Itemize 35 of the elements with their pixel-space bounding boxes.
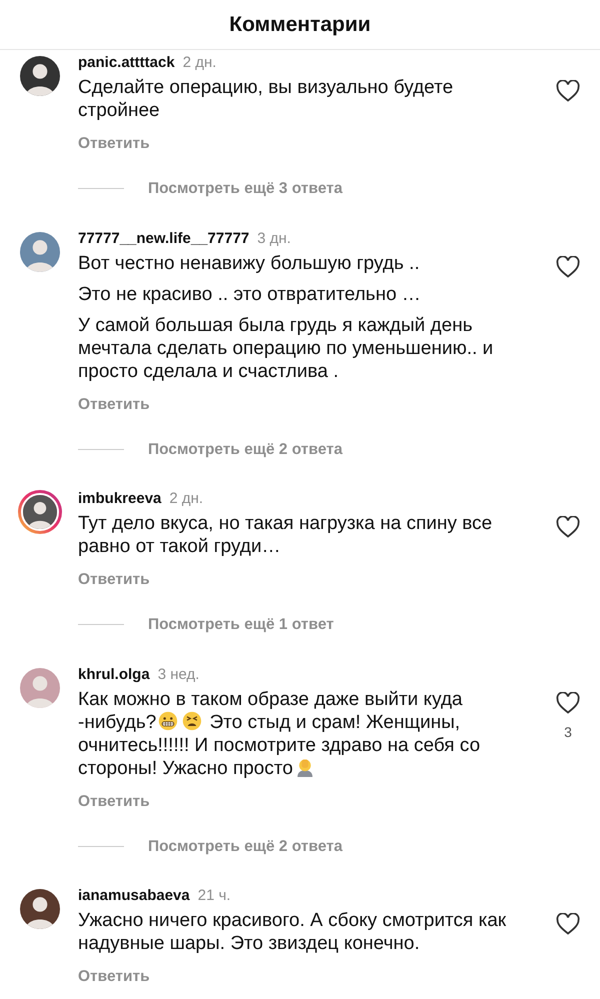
reply-link[interactable]: Ответить (78, 392, 530, 416)
view-replies-link[interactable]: Посмотреть ещё 1 ответ (148, 613, 334, 636)
comment-text: Это не красиво .. это отвратительно … (78, 282, 422, 306)
heart-icon[interactable] (556, 913, 580, 935)
username[interactable]: ianamusabaeva (78, 887, 190, 905)
comment-time: 3 нед. (158, 666, 200, 684)
username[interactable]: khrul.olga (78, 666, 150, 684)
comment-text: Тут дело вкуса, но такая нагрузка на спину все равно от такой груди… (78, 512, 494, 558)
comment-text: Сделайте операцию, вы визуально будете стройнее (78, 76, 454, 122)
heart-icon[interactable] (556, 692, 580, 714)
username[interactable]: imbukreeva (78, 490, 162, 508)
comment-text: Ужасно ничего красивого. А сбоку смотрится как надувные шары. Это звиздец конечно. (78, 909, 508, 955)
comment-time: 2 дн. (182, 54, 216, 72)
like-count: 3 (564, 722, 572, 742)
comment-time: 3 дн. (257, 230, 291, 248)
view-replies-link[interactable]: Посмотреть ещё 2 ответа (148, 834, 342, 858)
view-replies-link[interactable]: Посмотреть ещё 2 ответа (148, 438, 342, 461)
screen-title: Комментарии (229, 12, 371, 38)
comment-text: Как можно в таком образе даже выйти куда -нибудь? Это стыд и срам! Женщины, очнитесь!!!!!! И посмотрите здраво на себя со стороны! Ужасно просто (78, 688, 482, 780)
reply-link[interactable]: Ответить (78, 132, 530, 156)
comment-time: 21 ч. (198, 887, 231, 905)
comment-text: У самой большая была грудь я каждый день мечтала сделать операцию по уменьшению.. и просто сделала и счастлива . (78, 314, 494, 382)
reply-link[interactable]: Ответить (78, 568, 530, 592)
heart-icon[interactable] (556, 516, 580, 538)
grimacing-face-icon (158, 710, 178, 730)
reply-link[interactable]: Ответить (78, 965, 530, 988)
comment-text: Вот честно ненавижу большую грудь .. (78, 252, 421, 274)
heart-icon[interactable] (556, 256, 580, 278)
tired-face-icon (182, 710, 202, 730)
heart-icon[interactable] (556, 80, 580, 102)
view-replies-link[interactable]: Посмотреть ещё 3 ответа (148, 177, 342, 200)
username[interactable]: panic.attttack (78, 54, 175, 72)
reply-link[interactable]: Ответить (78, 790, 530, 813)
username[interactable]: 77777__new.life__77777 (78, 230, 250, 248)
comment-time: 2 дн. (169, 490, 204, 508)
